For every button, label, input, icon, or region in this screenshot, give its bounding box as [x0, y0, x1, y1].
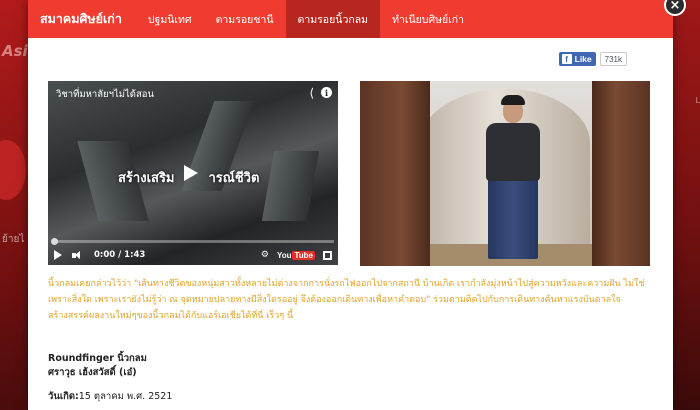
backdrop-right-text-2: L [695, 96, 700, 105]
youtube-logo-tube: Tube [292, 250, 315, 260]
photo-person-shirt [486, 123, 540, 181]
video-time: 0:00 / 1:43 [94, 250, 146, 260]
nav-item-alumni-directory[interactable]: ทำเนียบศิษย์เก่า [380, 0, 476, 38]
photo-brick-pillar-left [360, 81, 430, 266]
facebook-like-label: Like [574, 54, 592, 64]
youtube-logo[interactable]: You Tube [276, 250, 315, 260]
nav-item-follow-chani[interactable]: ตามรอยชานี [204, 0, 286, 38]
play-icon[interactable] [184, 165, 198, 181]
video-progress-bar[interactable] [52, 240, 334, 243]
top-navbar: สมาคมศิษย์เก่า ปฐมนิเทศ ตามรอยชานี ตามรอ… [28, 0, 673, 38]
video-caption-right: ารณ์ชีวิต [208, 171, 260, 186]
facebook-like-count: 731k [599, 52, 627, 66]
real-name: ศราวุธ เฮ้งสวัสดิ์ (เอ๋) [48, 366, 147, 380]
fullscreen-icon[interactable] [323, 250, 332, 260]
birth-date-value: 15 ตุลาคม พ.ศ. 2521 [78, 391, 173, 402]
real-name-value: ศราวุธ เฮ้งสวัสดิ์ (เอ๋) [48, 367, 137, 378]
settings-gear-icon[interactable]: ⚙ [261, 250, 269, 260]
backdrop-left-text-2: ย้ายไ [2, 234, 25, 245]
backdrop-decoration [0, 140, 26, 200]
video-player[interactable]: วิชาที่มหาลัยฯไม่ได้สอน ⟨ i สร้างเสริม าร… [48, 81, 338, 265]
share-icon[interactable]: ⟨ [309, 86, 314, 100]
info-icon[interactable]: i [321, 87, 332, 98]
video-title[interactable]: วิชาที่มหาลัยฯไม่ได้สอน [56, 87, 154, 102]
volume-icon[interactable] [72, 250, 84, 260]
description-text: นิ้วกลมเคยกล่าวไว้ว่า "เส้นทางชีวิตของหน… [48, 279, 645, 321]
modal-dialog: สมาคมศิษย์เก่า ปฐมนิเทศ ตามรอยชานี ตามรอ… [28, 0, 673, 410]
brand-link[interactable]: สมาคมศิษย์เก่า [28, 0, 136, 38]
facebook-icon: f [561, 54, 572, 64]
video-progress-handle[interactable] [51, 238, 58, 245]
traveler-photo [360, 81, 650, 266]
pen-name-english: Roundfinger [48, 353, 114, 364]
backdrop-right-panel: ร L [670, 0, 700, 410]
play-button-icon[interactable] [54, 250, 62, 260]
profile-block: Roundfinger นิ้วกลม ศราวุธ เฮ้งสวัสดิ์ (… [48, 352, 147, 380]
pen-name: Roundfinger นิ้วกลม [48, 352, 147, 366]
video-controls: 0:00 / 1:43 ⚙ You Tube [48, 245, 338, 265]
facebook-like-button[interactable]: f Like [558, 52, 596, 66]
pen-name-thai: นิ้วกลม [113, 353, 147, 364]
birth-date: วันเกิด:15 ตุลาคม พ.ศ. 2521 [48, 389, 172, 404]
nav-item-orientation[interactable]: ปฐมนิเทศ [136, 0, 204, 38]
nav-item-follow-roundfinger[interactable]: ตามรอยนิ้วกลม [285, 0, 381, 38]
photo-person-sarong [488, 179, 538, 259]
facebook-like-widget: f Like 731k [558, 52, 627, 66]
birth-date-label: วันเกิด: [48, 391, 79, 402]
photo-brick-pillar-right [592, 81, 650, 266]
youtube-logo-you: You [276, 250, 292, 260]
video-controls-right: ⚙ You Tube [261, 250, 332, 260]
video-caption-left: สร้างเสริม [118, 171, 175, 186]
photo-person-cap [501, 95, 525, 105]
